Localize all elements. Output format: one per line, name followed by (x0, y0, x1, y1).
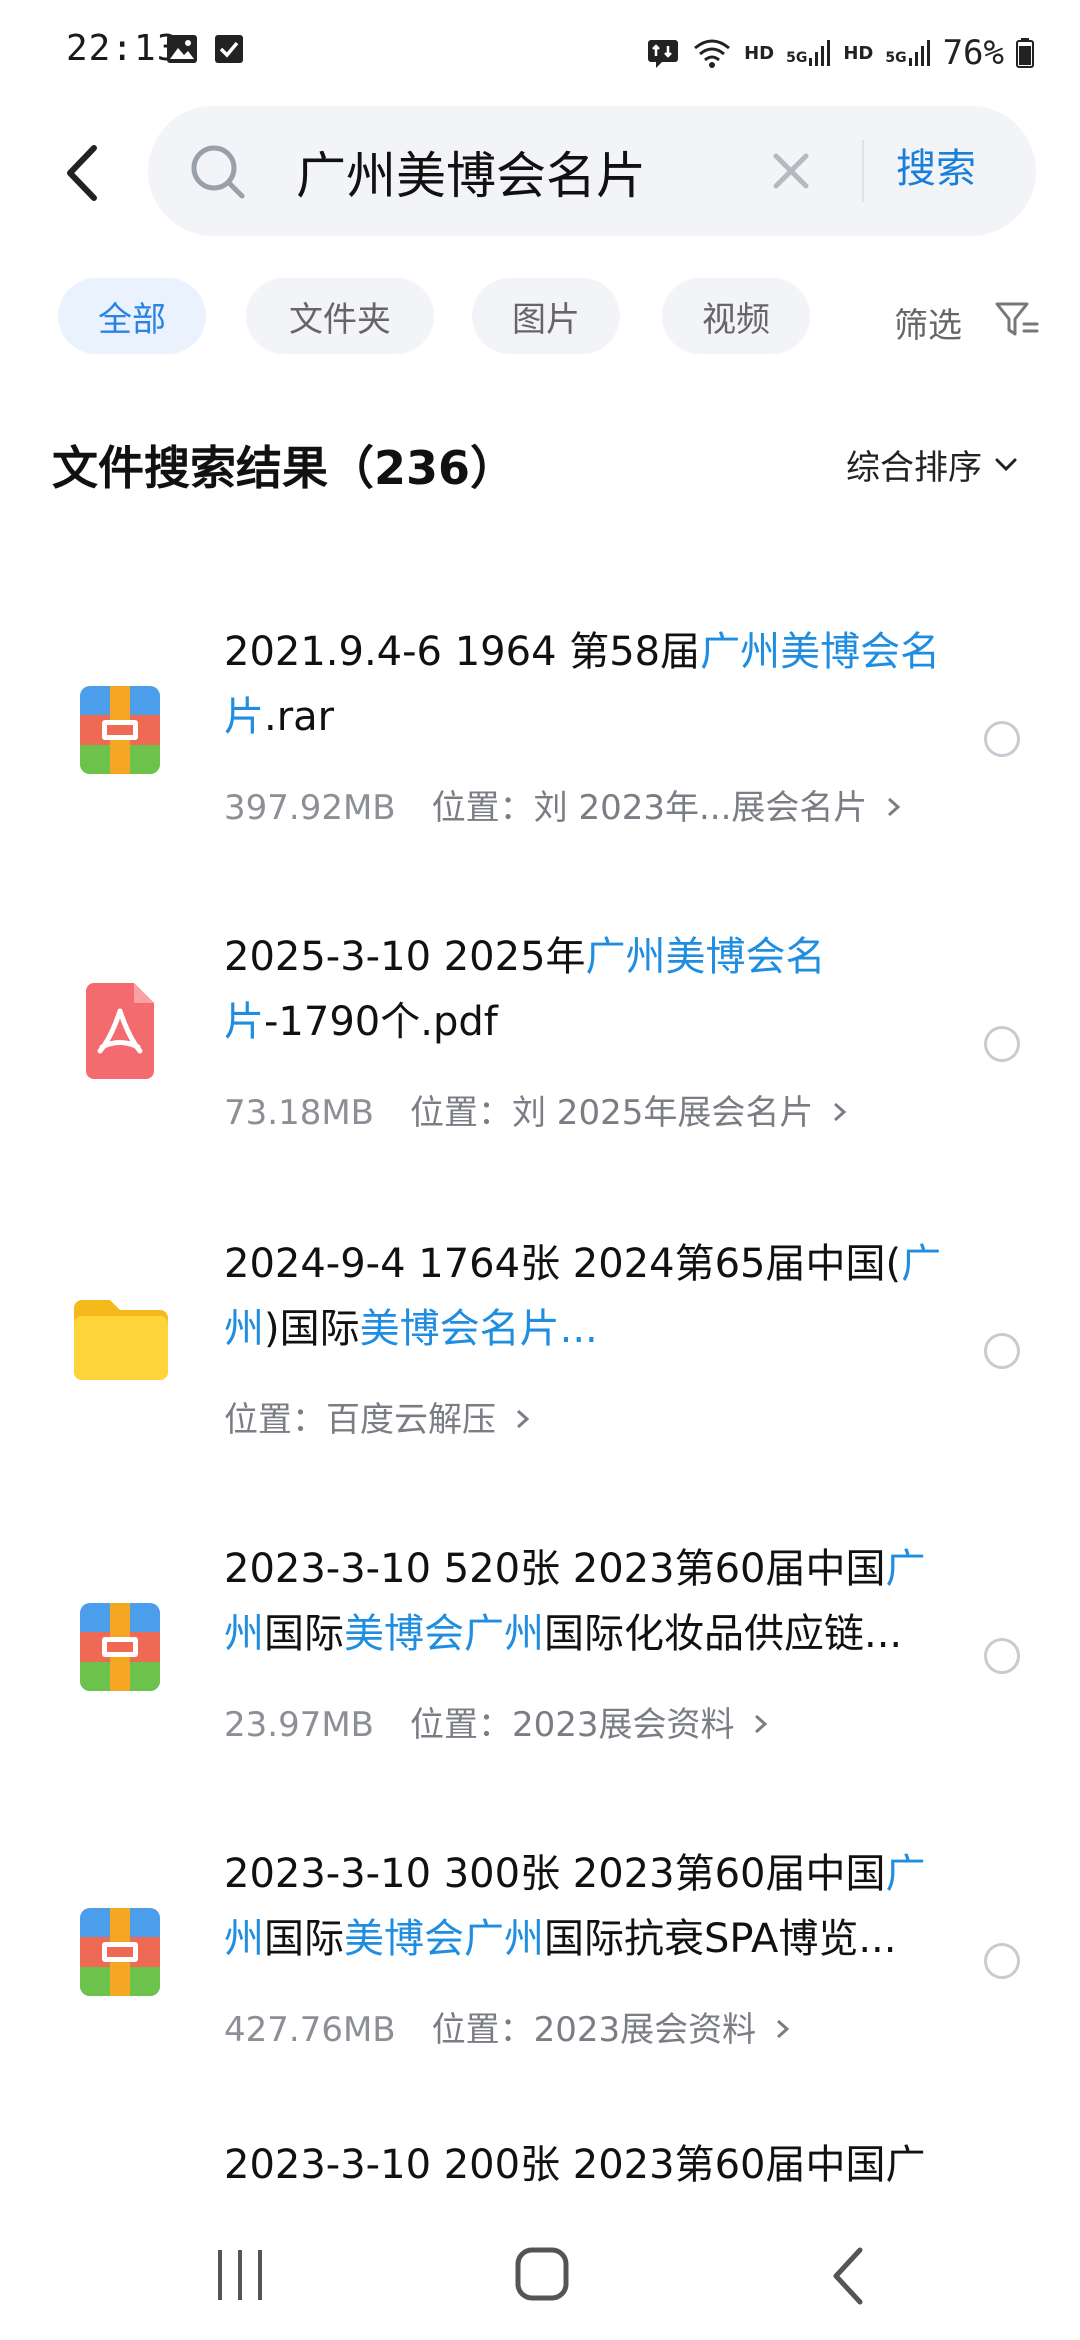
file-meta: 73.18MB 位置：刘 2025年展会名片 (224, 1085, 850, 1134)
title-text: 2021.9.4-6 1964 第58届 (224, 629, 701, 675)
archive-icon (80, 1603, 160, 1691)
sort-label: 综合排序 (846, 448, 982, 488)
title-text: 国际 (264, 1916, 344, 1962)
recent-apps-icon[interactable] (214, 2248, 266, 2302)
select-checkbox[interactable] (984, 1943, 1020, 1979)
select-checkbox[interactable] (984, 1333, 1020, 1369)
file-size: 23.97MB (224, 1705, 374, 1745)
status-bar: 22:13 HD 5G HD 5G 76% (0, 0, 1080, 100)
title-text: 2023-3-10 520张 2023第60届中国 (224, 1546, 886, 1592)
file-title: 2023-3-10 300张 2023第60届中国广州国际美博会广州国际抗衰SP… (224, 1842, 944, 1972)
filter-button[interactable]: 筛选 (894, 298, 962, 347)
file-size: 427.76MB (224, 2010, 396, 2050)
file-location[interactable]: 位置：刘 2025年展会名片 (410, 1093, 813, 1133)
title-text: 2024-9-4 1764张 2024第65届中国( (224, 1241, 902, 1287)
gallery-notification-icon (167, 35, 197, 63)
network-type-2: 5G (885, 50, 907, 66)
title-text: .rar (264, 694, 335, 740)
sort-dropdown[interactable]: 综合排序 (846, 440, 1018, 489)
status-right: HD 5G HD 5G 76% (646, 28, 1034, 78)
select-checkbox[interactable] (984, 1638, 1020, 1674)
partial-file-title[interactable]: 2023-3-10 200张 2023第60届中国广 (224, 2132, 925, 2190)
chip-image[interactable]: 图片 (472, 278, 620, 354)
file-title: 2025-3-10 2025年广州美博会名片-1790个.pdf (224, 925, 944, 1055)
signal-2: 5G (885, 40, 930, 66)
file-size: 73.18MB (224, 1093, 374, 1133)
signal-1: 5G (786, 40, 831, 66)
file-item[interactable]: 2023-3-10 300张 2023第60届中国广州国际美博会广州国际抗衰SP… (0, 1842, 1080, 2142)
file-meta: 位置：百度云解压 (224, 1392, 533, 1441)
search-icon (191, 145, 245, 199)
pdf-icon (86, 983, 154, 1079)
title-text: )国际 (264, 1306, 360, 1352)
hd-label-1: HD (744, 42, 775, 64)
title-text: 2025-3-10 2025年 (224, 934, 586, 980)
chevron-right-icon (755, 1714, 768, 1734)
folder-icon (74, 1300, 168, 1380)
status-time: 22:13 (66, 28, 180, 69)
title-text: 国际化妆品供应链... (544, 1611, 903, 1657)
chevron-right-icon (516, 1409, 530, 1429)
signal-bars-icon (809, 40, 831, 66)
signal-bars-icon (908, 40, 930, 66)
file-title: 2023-3-10 520张 2023第60届中国广州国际美博会广州国际化妆品供… (224, 1537, 944, 1667)
wifi-icon (694, 39, 731, 68)
back-icon[interactable] (52, 138, 112, 208)
chevron-down-icon (995, 458, 1017, 471)
file-meta: 397.92MB 位置：刘 2023年...展会名片 (224, 780, 904, 829)
title-text: 2023-3-10 300张 2023第60届中国 (224, 1851, 886, 1897)
back-nav-icon[interactable] (828, 2246, 868, 2306)
chip-all[interactable]: 全部 (58, 278, 206, 354)
title-text: -1790个.pdf (264, 999, 498, 1045)
file-size: 397.92MB (224, 788, 396, 828)
chip-video[interactable]: 视频 (662, 278, 810, 354)
file-meta: 23.97MB 位置：2023展会资料 (224, 1697, 771, 1746)
results-title: 文件搜索结果（236） (52, 441, 517, 495)
file-location[interactable]: 位置：2023展会资料 (432, 2010, 757, 2050)
transfer-icon (648, 40, 679, 68)
file-item[interactable]: 2025-3-10 2025年广州美博会名片-1790个.pdf 73.18MB… (0, 925, 1080, 1225)
file-location[interactable]: 位置：刘 2023年...展会名片 (432, 788, 868, 828)
archive-icon (80, 1908, 160, 1996)
search-button[interactable]: 搜索 (896, 136, 976, 194)
file-location[interactable]: 位置：2023展会资料 (410, 1705, 735, 1745)
file-item[interactable]: 2024-9-4 1764张 2024第65届中国(广州)国际美博会名片... … (0, 1232, 1080, 1532)
file-location[interactable]: 位置：百度云解压 (224, 1400, 496, 1440)
navigation-bar (0, 2200, 1080, 2340)
checkbox-notification-icon (215, 35, 243, 63)
title-highlight: 美博会名片... (359, 1306, 598, 1352)
file-title: 2021.9.4-6 1964 第58届广州美博会名片.rar (224, 620, 944, 750)
chevron-right-icon (888, 797, 901, 817)
archive-icon (80, 686, 160, 774)
filter-chips: 全部 文件夹 图片 视频 筛选 (0, 278, 1080, 358)
title-highlight: 美博会广州 (344, 1916, 544, 1962)
title-text: 国际抗衰SPA博览... (544, 1916, 897, 1962)
chevron-right-icon (834, 1102, 847, 1122)
search-row: 搜索 (0, 102, 1080, 238)
search-box: 搜索 (148, 106, 1036, 236)
file-title: 2024-9-4 1764张 2024第65届中国(广州)国际美博会名片... (224, 1232, 944, 1362)
file-item[interactable]: 2023-3-10 520张 2023第60届中国广州国际美博会广州国际化妆品供… (0, 1537, 1080, 1837)
file-meta: 427.76MB 位置：2023展会资料 (224, 2002, 793, 2051)
chevron-right-icon (776, 2019, 790, 2039)
search-divider (862, 140, 864, 202)
file-item[interactable]: 2021.9.4-6 1964 第58届广州美博会名片.rar 397.92MB… (0, 620, 1080, 920)
clear-icon[interactable] (766, 146, 816, 196)
battery-icon (1016, 38, 1034, 68)
filter-icon[interactable] (994, 300, 1040, 340)
home-icon[interactable] (514, 2246, 570, 2302)
hd-label-2: HD (843, 42, 874, 64)
battery-percent: 76% (942, 33, 1004, 73)
select-checkbox[interactable] (984, 721, 1020, 757)
chip-folder[interactable]: 文件夹 (246, 278, 434, 354)
title-text: 国际 (264, 1611, 344, 1657)
title-highlight: 美博会广州 (344, 1611, 544, 1657)
network-type-1: 5G (786, 50, 808, 66)
select-checkbox[interactable] (984, 1026, 1020, 1062)
